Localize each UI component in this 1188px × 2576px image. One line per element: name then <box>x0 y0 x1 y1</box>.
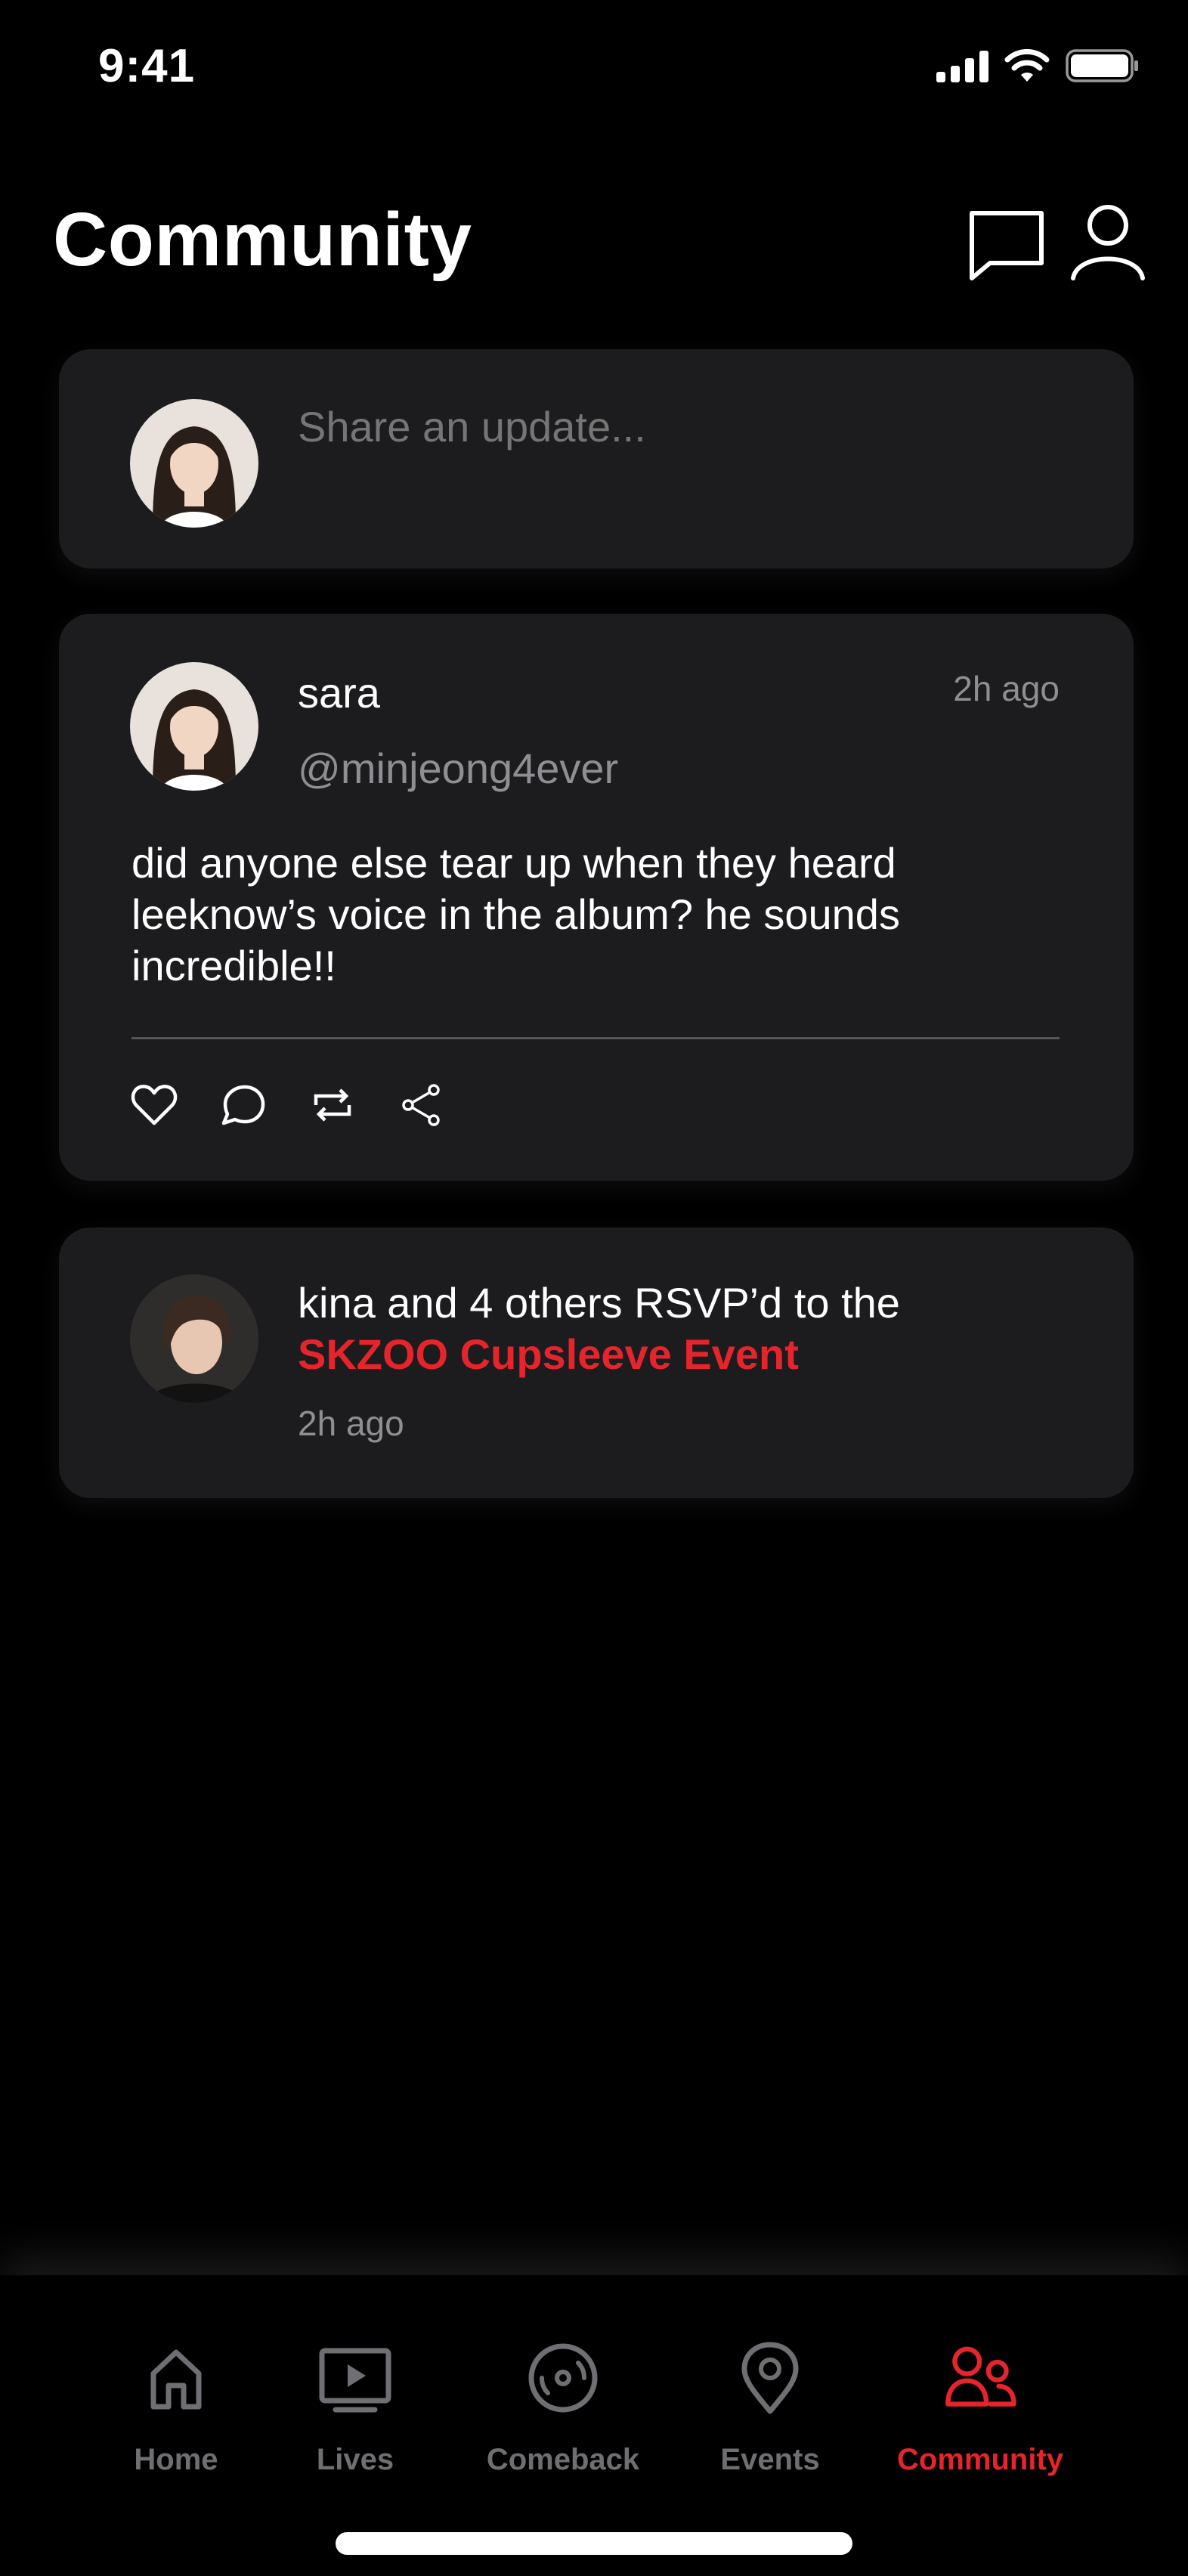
disc-icon <box>528 2343 598 2413</box>
tab-label: Comeback <box>486 2443 640 2476</box>
repost-icon[interactable] <box>308 1081 357 1129</box>
share-icon[interactable] <box>398 1081 446 1129</box>
community-icon <box>945 2346 1016 2407</box>
avatar[interactable] <box>130 662 258 791</box>
post-author-handle[interactable]: @minjeong4ever <box>298 744 618 793</box>
tab-home[interactable]: Home <box>125 2340 227 2477</box>
post-actions <box>130 1081 446 1129</box>
play-icon <box>319 2348 391 2413</box>
heart-icon[interactable] <box>130 1081 178 1129</box>
avatar <box>130 399 258 528</box>
chat-icon[interactable] <box>966 200 1049 283</box>
tab-label: Community <box>897 2443 1063 2476</box>
tab-community[interactable]: Community <box>895 2340 1066 2477</box>
wifi-icon <box>1004 48 1050 82</box>
activity-text: kina and 4 others RSVP’d to the SKZOO Cu… <box>298 1277 1099 1380</box>
post-author-name[interactable]: sara <box>298 668 380 717</box>
comment-icon[interactable] <box>219 1081 268 1129</box>
event-link[interactable]: SKZOO Cupsleeve Event <box>298 1329 1099 1380</box>
tab-label: Home <box>134 2443 218 2476</box>
community-screen: 9:41 Community Share an update... sara @… <box>0 0 1188 2576</box>
composer-card <box>59 349 1134 568</box>
tab-lives[interactable]: Lives <box>308 2340 402 2477</box>
page-title: Community <box>53 197 472 282</box>
tab-label: Lives <box>316 2443 394 2476</box>
cellular-signal-icon <box>936 49 988 82</box>
header-actions <box>966 200 1146 283</box>
status-time: 9:41 <box>98 40 196 92</box>
post-card[interactable]: sara @minjeong4ever 2h ago did anyone el… <box>59 614 1134 1181</box>
profile-icon[interactable] <box>1070 200 1146 283</box>
avatar[interactable] <box>130 1274 258 1403</box>
tab-label: Events <box>720 2443 820 2476</box>
home-icon <box>150 2349 202 2410</box>
tab-bar: Home Lives Comeback Events Community <box>0 2275 1188 2576</box>
status-icons <box>936 48 1140 83</box>
home-indicator[interactable] <box>336 2532 852 2555</box>
activity-timestamp: 2h ago <box>298 1404 404 1443</box>
location-pin-icon <box>741 2342 799 2414</box>
post-timestamp: 2h ago <box>953 669 1060 708</box>
post-divider <box>131 1037 1060 1039</box>
activity-card[interactable]: kina and 4 others RSVP’d to the SKZOO Cu… <box>59 1228 1134 1498</box>
tab-comeback[interactable]: Comeback <box>484 2340 642 2477</box>
activity-description: kina and 4 others RSVP’d to the <box>298 1279 900 1327</box>
battery-icon <box>1066 49 1138 82</box>
tab-events[interactable]: Events <box>718 2340 822 2477</box>
share-update-input[interactable] <box>298 402 1053 451</box>
post-body: did anyone else tear up when they heard … <box>131 839 900 989</box>
